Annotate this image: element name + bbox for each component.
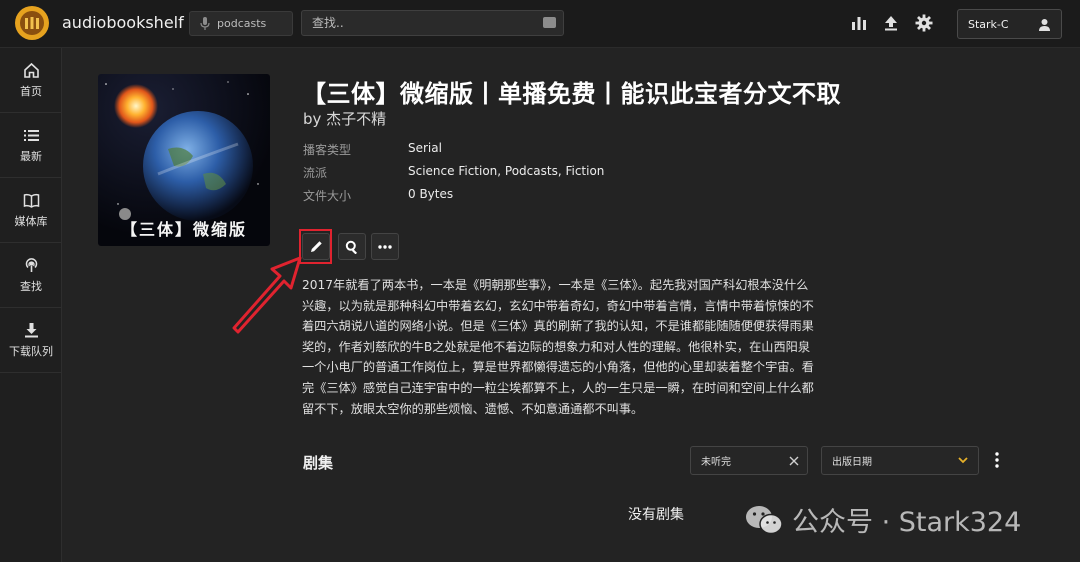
episode-sort-select[interactable]: 出版日期	[821, 446, 979, 475]
book-open-icon	[23, 193, 39, 208]
app-logo[interactable]	[15, 6, 49, 40]
library-select[interactable]: podcasts	[189, 11, 293, 36]
sidebar-item-label: 首页	[20, 84, 42, 98]
keyboard-shortcut-icon	[543, 17, 556, 28]
find-episodes-button[interactable]	[338, 233, 366, 260]
wechat-icon	[746, 505, 783, 534]
sidebar-item-label: 媒体库	[14, 214, 48, 228]
sidebar-item-home[interactable]: 首页	[0, 48, 62, 113]
user-name: Stark-C	[968, 17, 1009, 31]
library-name: podcasts	[217, 17, 267, 30]
meta-value-type: Serial	[408, 141, 442, 155]
meta-label-type: 播客类型	[303, 143, 352, 157]
search-input[interactable]	[301, 10, 564, 36]
sidebar-item-label: 下载队列	[9, 344, 53, 358]
meta-label-size: 文件大小	[303, 189, 352, 203]
description-line: 2017年就看了两本书，一本是《明朝那些事》，一本是《三体》。起先我对国产科幻根…	[302, 278, 809, 292]
top-bar: audiobookshelf podcasts Stark-C	[0, 0, 1080, 48]
podcast-author[interactable]: by 杰子不精	[303, 108, 386, 129]
watermark-text: 公众号 · Stark324	[792, 507, 1022, 538]
sidebar-item-search[interactable]: 查找	[0, 243, 62, 308]
sidebar-item-library[interactable]: 媒体库	[0, 178, 62, 243]
description-line: 完《三体》感觉自己连宇宙中的一粒尘埃都算不上，人的一生只是一瞬，在时间和空间上什…	[302, 380, 814, 395]
search-icon	[345, 240, 358, 254]
user-icon	[1039, 18, 1050, 31]
filter-value: 未听完	[701, 457, 731, 468]
episodes-more-button[interactable]	[988, 449, 1006, 471]
description-line: 兴趣，以为就是那种科幻中带着玄幻，玄幻中带着奇幻，奇幻中带着言情，言情中带着惊悚…	[302, 298, 814, 313]
more-options-button[interactable]	[371, 233, 399, 260]
user-menu-button[interactable]: Stark-C	[957, 9, 1062, 39]
sidebar: 首页 最新 媒体库 查找 下载队列	[0, 48, 62, 562]
sidebar-item-label: 查找	[20, 279, 42, 293]
podcast-cover-image[interactable]: 【三体】微缩版	[98, 74, 270, 246]
stats-icon[interactable]	[849, 13, 869, 33]
no-episodes-text: 没有剧集	[628, 507, 684, 523]
upload-icon[interactable]	[881, 13, 901, 33]
description-line: 奖的，作者刘慈欣的牛B之处就是他不着边际的想象力和对人性的理解。他很朴实，在山西…	[302, 339, 811, 354]
more-vertical-icon	[995, 452, 999, 468]
sidebar-item-latest[interactable]: 最新	[0, 113, 62, 178]
meta-value-genre[interactable]: Science Fiction, Podcasts, Fiction	[408, 164, 604, 178]
episodes-section-title: 剧集	[303, 454, 334, 472]
podcast-icon	[25, 257, 37, 272]
list-icon	[23, 129, 39, 141]
logo-icon	[20, 11, 44, 35]
sidebar-item-label: 最新	[20, 149, 42, 163]
cover-title-text: 【三体】微缩版	[120, 220, 247, 239]
podcast-title: 【三体】微缩版丨单播免费丨能识此宝者分文不取	[302, 80, 841, 108]
sidebar-item-download-queue[interactable]: 下载队列	[0, 308, 62, 373]
app-title[interactable]: audiobookshelf	[62, 13, 184, 32]
sort-value: 出版日期	[832, 457, 872, 468]
watermark: 公众号 · Stark324	[744, 500, 1021, 539]
episode-filter-select[interactable]: 未听完	[690, 446, 808, 475]
annotation-arrow-icon	[232, 256, 302, 334]
description-line: 一个小电厂的普通工作岗位上，算是世界都懒得遗忘的小角落，但他的心里却装着整个宇宙…	[302, 360, 814, 375]
microphone-icon	[200, 17, 210, 30]
meta-value-size: 0 Bytes	[408, 187, 454, 201]
more-horizontal-icon	[378, 244, 392, 249]
settings-gear-icon[interactable]	[914, 13, 934, 33]
description-line: 留不下，放眼太空你的那些烦恼、遗憾、不如意通通都不叫事。	[302, 401, 644, 416]
chevron-down-icon	[958, 457, 968, 464]
close-icon[interactable]	[789, 456, 799, 466]
meta-label-genre: 流派	[303, 166, 328, 180]
podcast-description: 2017年就看了两本书，一本是《明朝那些事》，一本是《三体》。起先我对国产科幻根…	[302, 275, 862, 419]
home-icon	[23, 62, 39, 78]
description-line: 着四六胡说八道的网络小说。但是《三体》真的刷新了我的认知，不是谁都能随随便便获得…	[302, 319, 814, 334]
download-icon	[24, 322, 38, 337]
